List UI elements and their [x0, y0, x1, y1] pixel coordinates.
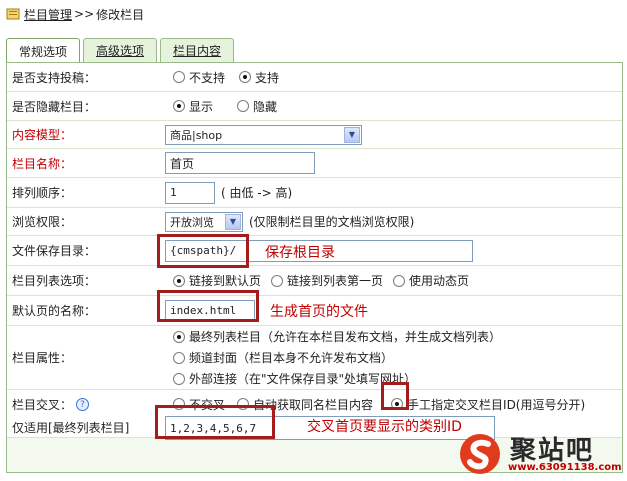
permission-hint: (仅限制栏目里的文档浏览权限) — [249, 215, 415, 229]
annotation-default-page: 生成首页的文件 — [270, 304, 368, 320]
breadcrumb-current: 修改栏目 — [96, 7, 145, 22]
radio-icon[interactable] — [393, 274, 406, 287]
list-option-first-page[interactable]: 链接到列表第一页 — [271, 272, 383, 289]
help-icon[interactable]: ? — [76, 398, 90, 411]
radio-icon[interactable] — [173, 100, 185, 112]
model-select[interactable]: 商品|shop ▼ — [165, 124, 362, 145]
annotation-save-dir: 保存根目录 — [265, 245, 335, 261]
attribute-option-external[interactable]: 外部连接（在"文件保存目录"处填写网址） — [173, 370, 416, 387]
column-edit-form: 是否支持投稿： 不支持 支持 是否隐藏栏目： 显示 隐藏 内容模型： 商品|sh… — [6, 62, 623, 473]
list-option-default[interactable]: 链接到默认页 — [173, 272, 261, 289]
hidden-option-hide[interactable]: 隐藏 — [237, 98, 277, 115]
order-hint: ( 由低 -> 高) — [221, 186, 293, 200]
radio-icon[interactable] — [239, 71, 252, 83]
watermark-url: www.63091138.com — [508, 462, 622, 473]
annotation-cross-ids: 交叉首页要显示的类别ID — [307, 419, 462, 435]
chevron-down-icon[interactable]: ▼ — [344, 126, 360, 143]
highlight-save-dir — [157, 234, 249, 268]
radio-icon[interactable] — [173, 330, 185, 343]
cross-ids-label: 仅适用[最终列表栏目] — [12, 421, 130, 435]
order-label: 排列顺序： — [12, 186, 73, 200]
row-model: 内容模型： 商品|shop ▼ — [7, 121, 622, 149]
contribute-option-yes[interactable]: 支持 — [239, 69, 279, 86]
tab-bar: 常规选项 高级选项 栏目内容 — [6, 38, 237, 63]
breadcrumb-separator: >> — [74, 7, 95, 21]
contribute-option-no[interactable]: 不支持 — [173, 69, 225, 86]
row-order: 排列顺序： 1 ( 由低 -> 高) — [7, 178, 622, 208]
row-contribute: 是否支持投稿： 不支持 支持 — [7, 63, 622, 92]
highlight-cross-ids — [155, 405, 275, 439]
radio-icon[interactable] — [237, 100, 250, 112]
row-attribute: 栏目属性： 最终列表栏目（允许在本栏目发布文档，并生成文档列表） 频道封面（栏目… — [7, 326, 622, 390]
hidden-label: 是否隐藏栏目： — [12, 99, 97, 114]
radio-icon[interactable] — [173, 351, 185, 364]
row-hidden: 是否隐藏栏目： 显示 隐藏 — [7, 92, 622, 121]
folder-icon — [6, 8, 20, 20]
attribute-label: 栏目属性： — [12, 351, 73, 365]
contribute-label: 是否支持投稿： — [12, 70, 97, 85]
breadcrumb: 栏目管理 >> 修改栏目 — [6, 4, 144, 24]
list-option-dynamic[interactable]: 使用动态页 — [393, 272, 469, 289]
permission-select[interactable]: 开放浏览 ▼ — [165, 211, 243, 232]
attribute-option-channel[interactable]: 频道封面（栏目本身不允许发布文档） — [173, 349, 393, 366]
hidden-option-show[interactable]: 显示 — [173, 98, 213, 115]
row-permission: 浏览权限： 开放浏览 ▼ (仅限制栏目里的文档浏览权限) — [7, 208, 622, 236]
tab-general[interactable]: 常规选项 — [6, 38, 81, 63]
model-label: 内容模型： — [12, 128, 73, 142]
cross-label: 栏目交叉： — [12, 398, 73, 412]
list-option-label: 栏目列表选项： — [12, 274, 97, 288]
radio-icon[interactable] — [173, 71, 185, 83]
tab-advanced[interactable]: 高级选项 — [83, 38, 158, 62]
attribute-option-list[interactable]: 最终列表栏目（允许在本栏目发布文档，并生成文档列表） — [173, 328, 501, 345]
highlight-cross-radio — [381, 382, 409, 410]
save-dir-label: 文件保存目录： — [12, 244, 97, 258]
chevron-down-icon[interactable]: ▼ — [225, 213, 241, 230]
highlight-default-page — [157, 290, 259, 322]
radio-icon[interactable] — [173, 274, 185, 287]
default-page-label: 默认页的名称： — [12, 304, 97, 318]
cross-label-group: 栏目交叉： ? 仅适用[最终列表栏目] — [7, 396, 165, 436]
permission-label: 浏览权限： — [12, 215, 73, 229]
cross-option-manual[interactable]: 手工指定交叉栏目ID(用逗号分开) — [391, 396, 585, 413]
radio-icon[interactable] — [173, 372, 185, 385]
order-input[interactable]: 1 — [165, 181, 215, 204]
breadcrumb-link-column-management[interactable]: 栏目管理 — [24, 6, 72, 23]
watermark-logo: 聚站吧 www.63091138.com — [458, 428, 626, 478]
row-name: 栏目名称： 首页 — [7, 149, 622, 178]
logo-s-icon — [460, 434, 500, 474]
tab-content[interactable]: 栏目内容 — [160, 38, 235, 62]
name-label: 栏目名称： — [12, 156, 73, 171]
name-input[interactable]: 首页 — [165, 152, 315, 174]
radio-icon[interactable] — [271, 274, 284, 287]
row-list-option: 栏目列表选项： 链接到默认页 链接到列表第一页 使用动态页 — [7, 266, 622, 296]
